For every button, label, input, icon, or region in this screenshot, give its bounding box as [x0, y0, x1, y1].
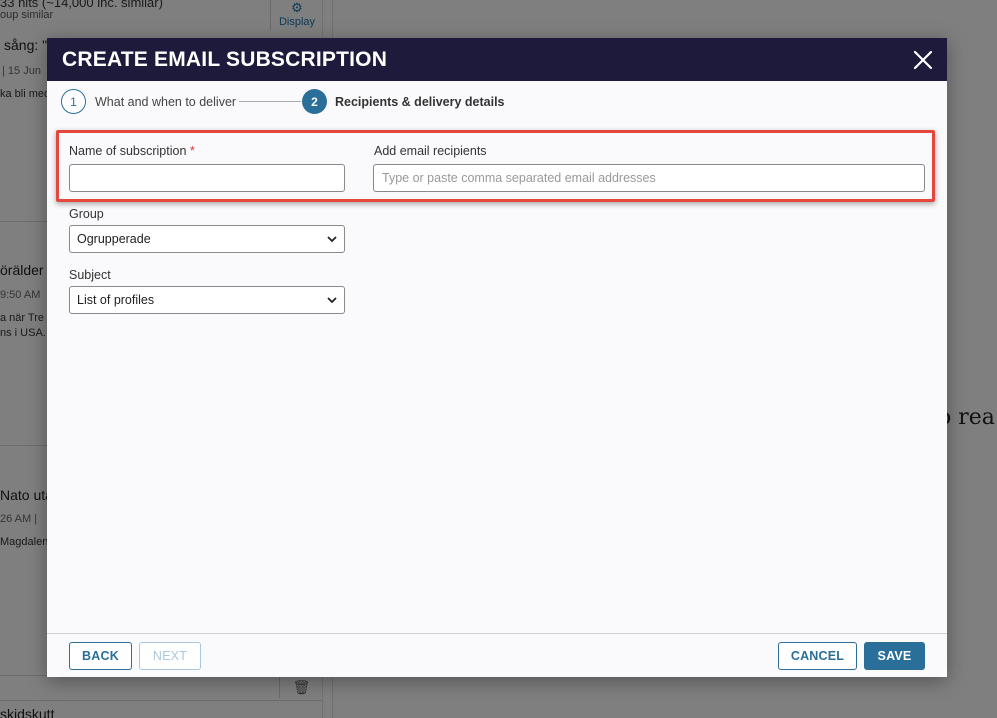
required-mark: * — [189, 144, 195, 158]
dialog-header: CREATE EMAIL SUBSCRIPTION — [47, 38, 947, 81]
name-field-label: Name of subscription * — [69, 144, 195, 158]
subject-field-label: Subject — [69, 268, 111, 282]
step-label: What and when to deliver — [95, 94, 237, 109]
create-email-subscription-dialog: CREATE EMAIL SUBSCRIPTION 1 What and whe… — [47, 38, 947, 677]
email-recipients-input[interactable] — [373, 164, 925, 192]
dialog-title: CREATE EMAIL SUBSCRIPTION — [62, 47, 388, 71]
dialog-footer: BACK NEXT CANCEL SAVE — [47, 633, 947, 677]
subject-select[interactable]: List of profiles — [69, 286, 345, 314]
wizard-stepper: 1 What and when to deliver 2 Recipients … — [47, 81, 947, 125]
group-select[interactable]: Ogrupperade — [69, 225, 345, 253]
name-label-text: Name of subscription — [69, 144, 187, 158]
back-button[interactable]: BACK — [69, 642, 132, 670]
subscription-name-input[interactable] — [69, 164, 345, 192]
step-number: 2 — [302, 89, 327, 114]
subject-selected-value: List of profiles — [77, 293, 155, 307]
step-what-and-when[interactable]: 1 What and when to deliver — [61, 89, 236, 114]
chevron-down-icon — [326, 294, 338, 306]
close-icon[interactable] — [912, 49, 934, 71]
recipients-field-label: Add email recipients — [374, 144, 487, 158]
chevron-down-icon — [326, 233, 338, 245]
step-label: Recipients & delivery details — [335, 94, 505, 109]
group-selected-value: Ogrupperade — [77, 232, 151, 246]
step-connector — [239, 101, 301, 102]
step-number: 1 — [61, 89, 86, 114]
cancel-button[interactable]: CANCEL — [778, 642, 857, 670]
step-recipients[interactable]: 2 Recipients & delivery details — [302, 89, 505, 114]
save-button[interactable]: SAVE — [864, 642, 925, 670]
next-button[interactable]: NEXT — [139, 642, 201, 670]
group-field-label: Group — [69, 207, 104, 221]
